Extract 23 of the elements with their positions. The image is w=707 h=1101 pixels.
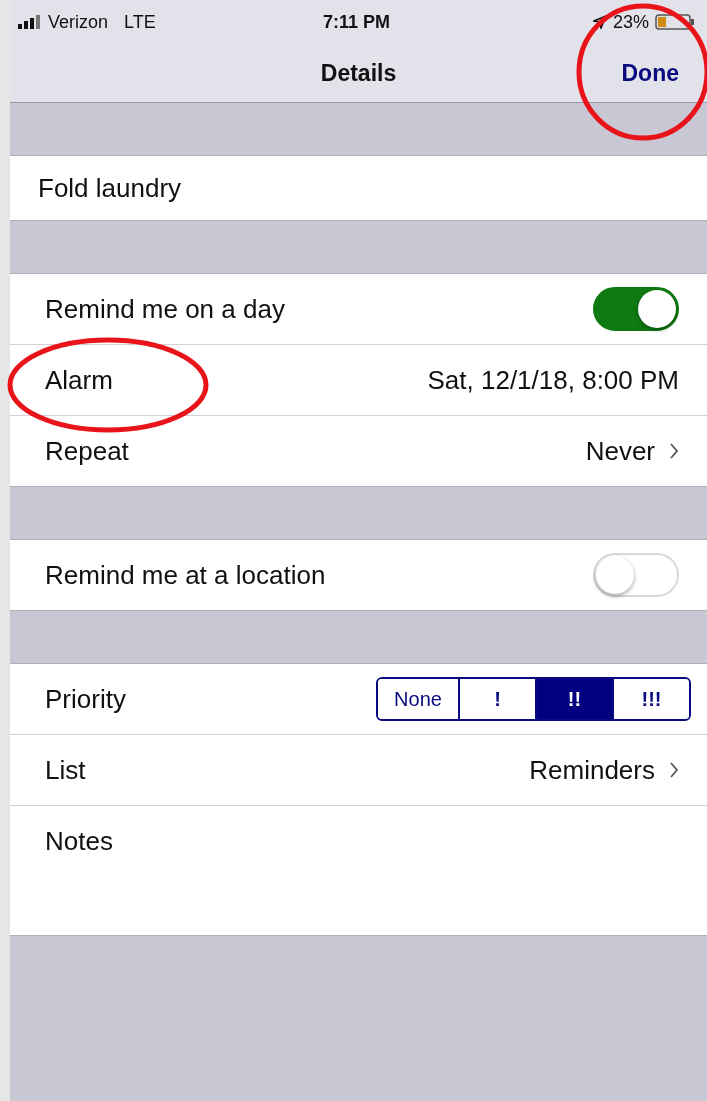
row-label: Remind me on a day [45,293,285,325]
row-value: Never [585,435,655,467]
status-time: 7:11 PM [322,11,390,33]
location-arrow-icon [592,15,607,29]
priority-segment[interactable]: !!! [612,679,689,719]
row-label: Alarm [45,364,113,396]
screen-title: Details [320,59,397,87]
row-label: List [45,754,86,786]
row-label: Notes [45,826,113,857]
row-label: Remind me at a location [45,559,326,591]
signal-icon [18,15,42,29]
priority-segment[interactable]: !! [535,679,612,719]
toggle-switch[interactable] [593,287,679,331]
row-label: Repeat [45,435,129,467]
battery-percent: 23% [612,11,649,33]
network-type: LTE [124,11,156,33]
row-value: Reminders [529,754,655,786]
done-button[interactable]: Done [621,55,679,91]
task-title: Fold laundry [38,172,182,204]
battery-icon [655,14,695,30]
carrier-name: Verizon [48,11,109,33]
row-value: Sat, 12/1/18, 8:00 PM [427,364,679,396]
row-label: Priority [45,683,126,715]
